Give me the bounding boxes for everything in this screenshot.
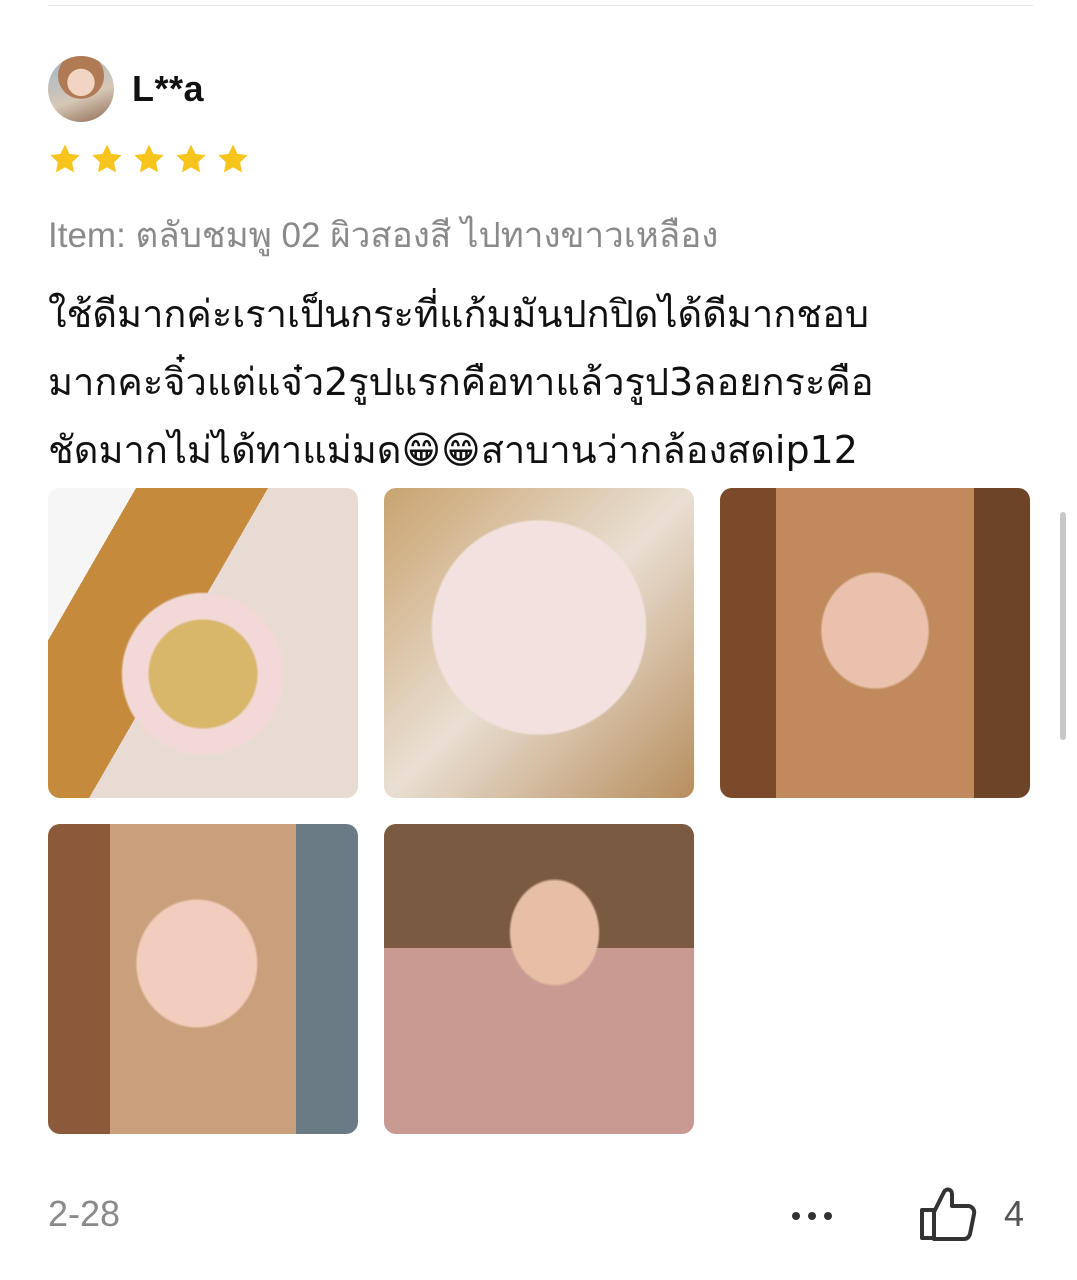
star-rating xyxy=(48,142,250,176)
scrollbar[interactable] xyxy=(1060,512,1066,740)
review-photo-compact-lid[interactable] xyxy=(384,488,694,798)
review-date: 2-28 xyxy=(48,1193,121,1234)
review-photo-compact-open[interactable] xyxy=(48,488,358,798)
review-photo-selfie[interactable] xyxy=(720,488,1030,798)
star-icon xyxy=(218,144,248,173)
avatar[interactable] xyxy=(48,56,114,122)
review-text: ใช้ดีมากค่ะเราเป็นกระที่แก้มมันปกปิดได้ด… xyxy=(48,292,874,472)
review-photo-selfie[interactable] xyxy=(48,824,358,1134)
dot xyxy=(792,1212,800,1220)
dot xyxy=(824,1212,832,1220)
star-icon xyxy=(50,144,80,173)
star-icon xyxy=(92,144,122,173)
item-variant: Item: ตลับชมพู 02 ผิวสองสี ไปทางขาวเหลือ… xyxy=(48,216,719,255)
dot xyxy=(808,1212,816,1220)
review-photo-selfie[interactable] xyxy=(384,824,694,1134)
reviewer-name: L**a xyxy=(132,68,205,109)
like-count: 4 xyxy=(1004,1193,1025,1234)
more-options-icon[interactable] xyxy=(792,1212,832,1220)
thumbs-up-icon[interactable] xyxy=(918,1184,978,1242)
star-icon xyxy=(134,144,164,173)
top-divider xyxy=(48,5,1033,6)
star-icon xyxy=(176,144,206,173)
